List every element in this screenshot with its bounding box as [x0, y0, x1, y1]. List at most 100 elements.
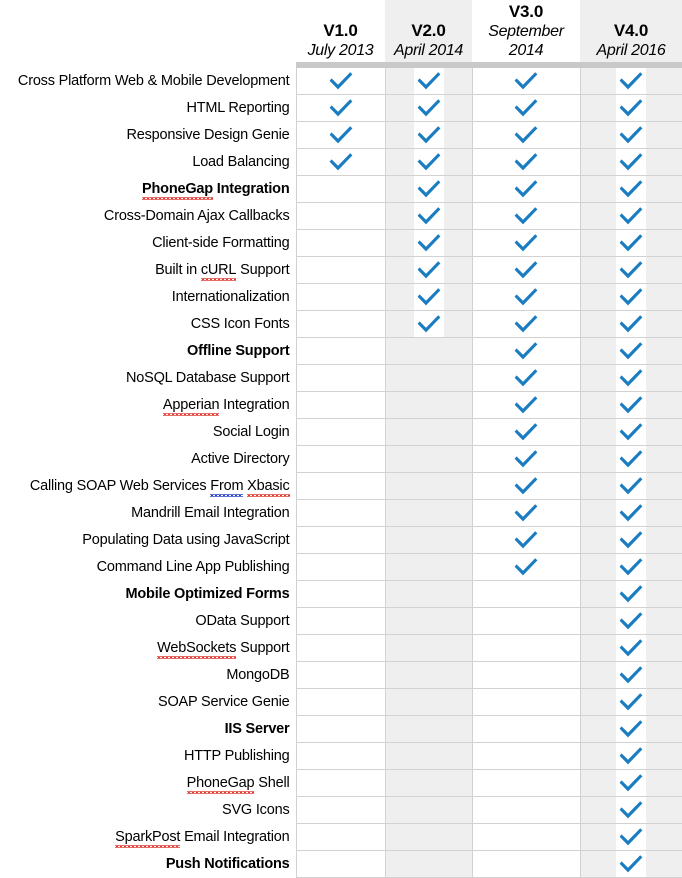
checkmark-icon [511, 527, 541, 553]
checkmark-icon [616, 500, 646, 526]
support-cell-v1-0 [295, 769, 385, 797]
feature-label: HTML Reporting [0, 94, 296, 122]
feature-label: Populating Data using JavaScript [0, 526, 296, 554]
support-cell-v2-0 [384, 472, 472, 500]
table-row: Mobile Optimized Forms [0, 580, 682, 608]
feature-label: OData Support [0, 607, 296, 635]
table-row: Cross Platform Web & Mobile Development [0, 68, 682, 95]
support-cell-v3-0 [471, 796, 580, 824]
support-cell-v1-0 [295, 607, 385, 635]
support-cell-v4-0 [579, 472, 682, 500]
checkmark-icon [326, 122, 356, 148]
checkmark-icon [511, 203, 541, 229]
table-row: Apperian Integration [0, 391, 682, 419]
support-cell-v2-0 [384, 121, 472, 149]
table-row: IIS Server [0, 715, 682, 743]
checkmark-icon [616, 392, 646, 418]
table-row: PhoneGap Shell [0, 769, 682, 797]
support-cell-v2-0 [384, 688, 472, 716]
support-cell-v1-0 [295, 850, 385, 878]
feature-label: PhoneGap Integration [0, 175, 296, 203]
support-cell-v2-0 [384, 94, 472, 122]
checkmark-icon [413, 203, 444, 229]
support-cell-v2-0 [384, 148, 472, 176]
feature-label: NoSQL Database Support [0, 364, 296, 392]
checkmark-icon [616, 338, 646, 364]
feature-label: Cross-Domain Ajax Callbacks [0, 202, 296, 230]
table-header: V1.0 July 2013 V2.0 April 2014 V3.0 Sept… [0, 0, 682, 68]
support-cell-v1-0 [295, 337, 385, 365]
checkmark-icon [511, 473, 541, 499]
support-cell-v1-0 [295, 68, 385, 95]
feature-label: SOAP Service Genie [0, 688, 296, 716]
feature-label: Internationalization [0, 283, 296, 311]
checkmark-icon [413, 176, 444, 202]
column-header-v2: V2.0 April 2014 [385, 0, 472, 62]
checkmark-icon [413, 230, 444, 256]
support-cell-v4-0 [579, 94, 682, 122]
support-cell-v3-0 [471, 661, 580, 689]
support-cell-v4-0 [579, 661, 682, 689]
version-feature-table: V1.0 July 2013 V2.0 April 2014 V3.0 Sept… [0, 0, 682, 878]
table-row: Social Login [0, 418, 682, 446]
table-row: Internationalization [0, 283, 682, 311]
feature-label: Calling SOAP Web Services From Xbasic [0, 472, 296, 500]
checkmark-icon [616, 635, 646, 661]
support-cell-v1-0 [295, 499, 385, 527]
support-cell-v1-0 [295, 445, 385, 473]
checkmark-icon [511, 554, 541, 580]
checkmark-icon [326, 68, 356, 94]
column-header-v4: V4.0 April 2016 [580, 0, 682, 62]
support-cell-v1-0 [295, 310, 385, 338]
support-cell-v2-0 [384, 445, 472, 473]
table-row: SVG Icons [0, 796, 682, 824]
table-row: Populating Data using JavaScript [0, 526, 682, 554]
checkmark-icon [616, 797, 646, 823]
feature-label: Social Login [0, 418, 296, 446]
support-cell-v2-0 [384, 68, 472, 95]
support-cell-v2-0 [384, 742, 472, 770]
checkmark-icon [616, 284, 646, 310]
support-cell-v3-0 [471, 526, 580, 554]
version-number-v3: V3.0 [508, 2, 544, 21]
support-cell-v3-0 [471, 337, 580, 365]
feature-label: SVG Icons [0, 796, 296, 824]
support-cell-v4-0 [579, 850, 682, 878]
support-cell-v1-0 [295, 391, 385, 419]
feature-label: IIS Server [0, 715, 296, 743]
checkmark-icon [616, 176, 646, 202]
support-cell-v4-0 [579, 364, 682, 392]
checkmark-icon [616, 95, 646, 121]
checkmark-icon [616, 446, 646, 472]
feature-label: Offline Support [0, 337, 296, 365]
feature-label: Client-side Formatting [0, 229, 296, 257]
support-cell-v1-0 [295, 121, 385, 149]
checkmark-icon [616, 554, 646, 580]
support-cell-v2-0 [384, 553, 472, 581]
support-cell-v2-0 [384, 850, 472, 878]
table-row: Push Notifications [0, 850, 682, 878]
support-cell-v2-0 [384, 796, 472, 824]
feature-label: CSS Icon Fonts [0, 310, 296, 338]
checkmark-icon [511, 311, 541, 337]
checkmark-icon [511, 365, 541, 391]
checkmark-icon [511, 68, 541, 94]
support-cell-v3-0 [471, 94, 580, 122]
support-cell-v4-0 [579, 68, 682, 95]
support-cell-v4-0 [579, 148, 682, 176]
table-row: CSS Icon Fonts [0, 310, 682, 338]
support-cell-v1-0 [295, 364, 385, 392]
support-cell-v3-0 [471, 283, 580, 311]
checkmark-icon [616, 662, 646, 688]
table-row: NoSQL Database Support [0, 364, 682, 392]
support-cell-v3-0 [471, 229, 580, 257]
checkmark-icon [511, 392, 541, 418]
support-cell-v1-0 [295, 742, 385, 770]
support-cell-v3-0 [471, 742, 580, 770]
feature-label: Push Notifications [0, 850, 296, 878]
support-cell-v1-0 [295, 472, 385, 500]
table-row: Responsive Design Genie [0, 121, 682, 149]
checkmark-icon [511, 149, 541, 175]
checkmark-icon [616, 230, 646, 256]
table-row: HTML Reporting [0, 94, 682, 122]
